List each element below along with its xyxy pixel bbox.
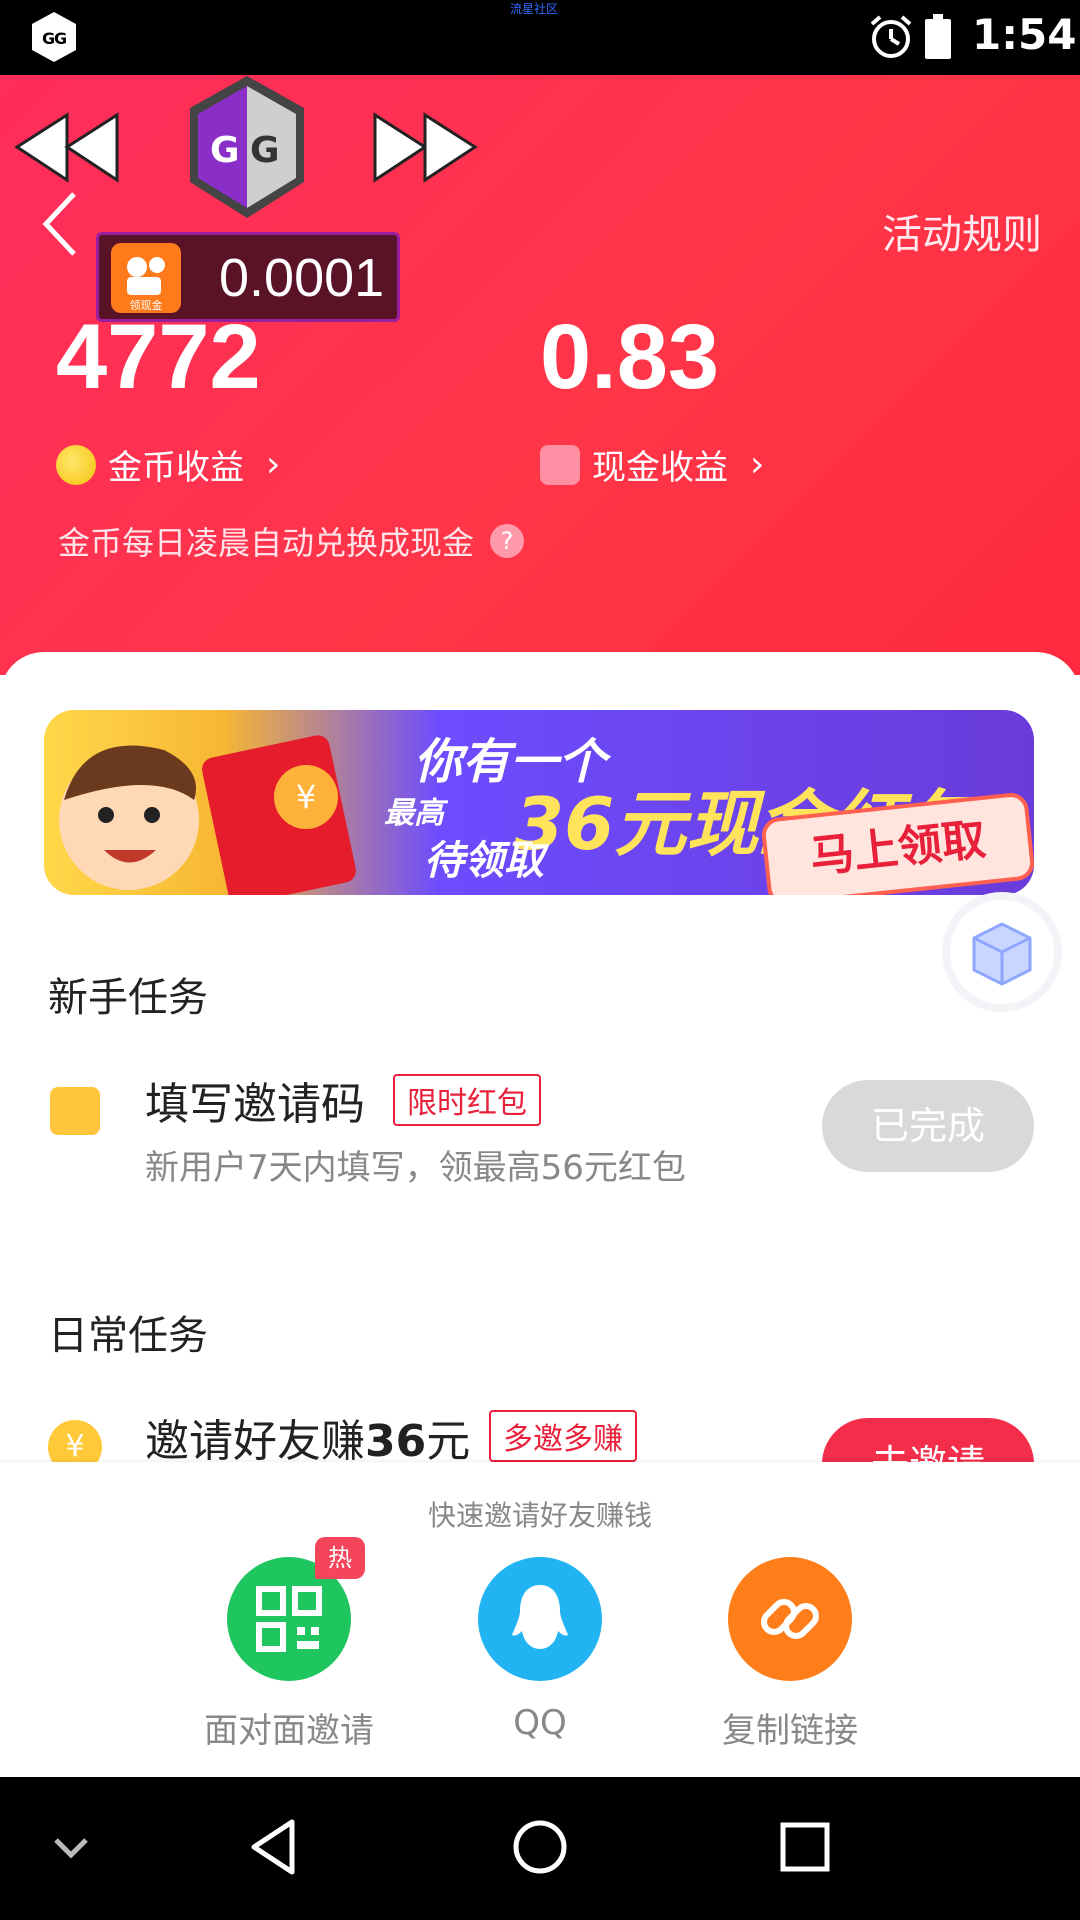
- rewind-icon[interactable]: [12, 110, 122, 185]
- svg-text:G: G: [54, 29, 67, 48]
- invite-title-amount: 36: [365, 1416, 427, 1467]
- qq-share-button[interactable]: QQ: [420, 1557, 660, 1743]
- face-to-face-invite-button[interactable]: 热 面对面邀请: [169, 1537, 409, 1752]
- qr-code-icon-circle: 热: [227, 1537, 365, 1681]
- completed-button[interactable]: 已完成: [822, 1080, 1034, 1172]
- floating-cube-button[interactable]: [950, 900, 1054, 1004]
- copy-link-button[interactable]: 复制链接: [670, 1557, 910, 1752]
- floating-cash-value: 0.0001: [219, 248, 385, 308]
- recents-square-icon[interactable]: [770, 1812, 840, 1882]
- invite-title-suffix: 元: [426, 1416, 471, 1467]
- invite-title-prefix: 邀请好友赚: [145, 1416, 365, 1467]
- back-triangle-icon[interactable]: [240, 1812, 310, 1882]
- back-arrow-icon[interactable]: [40, 190, 82, 258]
- fast-forward-icon[interactable]: [370, 110, 480, 185]
- chevron-down-icon[interactable]: [36, 1812, 106, 1882]
- share-hint: 快速邀请好友赚钱: [427, 1499, 652, 1532]
- banner-line3: 最高: [384, 796, 444, 831]
- banner-line4: 待领取: [424, 838, 544, 884]
- newbie-tasks-title: 新手任务: [48, 975, 208, 1021]
- coin-amount: 4772: [56, 306, 261, 408]
- link-icon: [761, 1599, 819, 1639]
- exchange-note: 金币每日凌晨自动兑换成现金 ?: [58, 518, 525, 564]
- navigation-bar: [0, 1777, 1080, 1920]
- home-circle-icon[interactable]: [505, 1812, 575, 1882]
- chevron-right-icon: ›: [266, 444, 281, 485]
- invite-more-earn-more-tag: 多邀多赚: [489, 1410, 637, 1462]
- envelope-icon: [50, 1087, 100, 1135]
- yuan-coin-icon: ¥: [274, 765, 338, 829]
- activity-rules-link[interactable]: 活动规则: [882, 202, 1042, 260]
- cube-icon: [972, 922, 1032, 986]
- gameguardian-logo-icon: G G: [32, 12, 76, 62]
- gameguardian-floating-icon[interactable]: G G: [182, 72, 312, 222]
- cash-amount: 0.83: [540, 306, 720, 408]
- coin-earnings-link[interactable]: 金币收益 ›: [56, 440, 280, 489]
- cash-wallet-icon: [540, 444, 580, 485]
- coin-earnings-label: 金币收益: [108, 448, 244, 488]
- gold-coin-icon: [56, 444, 96, 485]
- help-icon[interactable]: ?: [490, 524, 525, 558]
- fill-invite-code-title: 填写邀请码: [145, 1079, 365, 1130]
- cartoon-boy-image: [59, 745, 199, 890]
- chevron-right-icon: ›: [750, 444, 765, 485]
- limited-red-packet-tag: 限时红包: [393, 1074, 541, 1126]
- link-icon-circle: [728, 1557, 852, 1681]
- cash-earnings-label: 现金收益: [592, 448, 728, 488]
- qq-label: QQ: [513, 1703, 567, 1743]
- watermark-text: 流星社区: [510, 2, 559, 16]
- hot-badge: 热: [315, 1537, 365, 1579]
- alarm-icon: [870, 15, 912, 58]
- copy-link-label: 复制链接: [722, 1711, 858, 1751]
- red-packet-banner[interactable]: ¥ 你有一个 36元现金红包 最高 待领取 马上领取: [44, 710, 1034, 895]
- fill-invite-code-desc: 新用户7天内填写，领最高56元红包: [145, 1148, 686, 1188]
- svg-text:G: G: [250, 130, 280, 171]
- qq-penguin-icon: [512, 1585, 568, 1649]
- face-to-face-label: 面对面邀请: [204, 1711, 374, 1751]
- clock-time: 1:54: [972, 10, 1077, 59]
- qq-icon-circle: [478, 1557, 602, 1681]
- exchange-note-text: 金币每日凌晨自动兑换成现金: [58, 524, 475, 562]
- battery-icon: [925, 14, 951, 59]
- share-panel: 快速邀请好友赚钱 热 面对面邀请 QQ 复制链接: [0, 1462, 1080, 1777]
- status-bar: G G 流星社区 1:54: [0, 0, 1080, 75]
- svg-text:G: G: [210, 130, 240, 171]
- daily-tasks-title: 日常任务: [48, 1313, 208, 1359]
- invite-friends-title: 邀请好友赚36元: [145, 1405, 470, 1469]
- kuaishou-cash-icon: 领现金: [111, 243, 181, 313]
- cash-earnings-link[interactable]: 现金收益 ›: [540, 440, 764, 489]
